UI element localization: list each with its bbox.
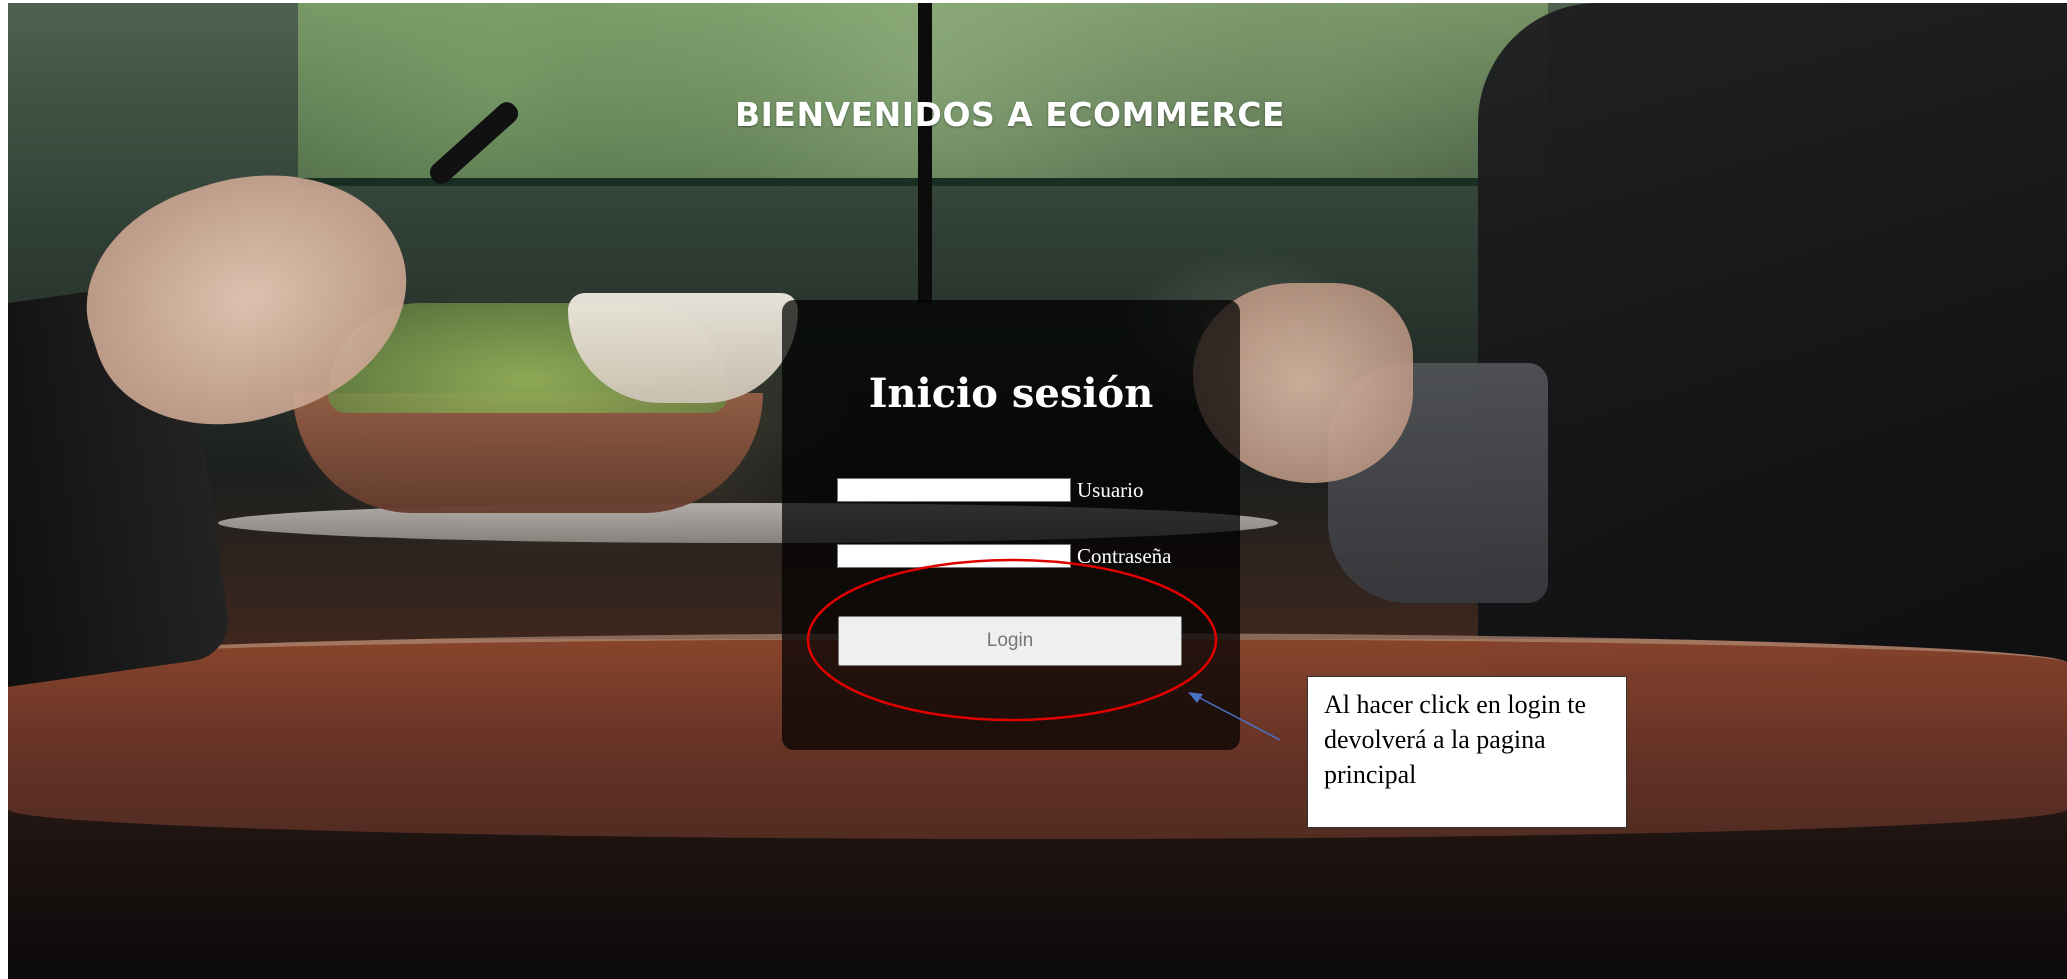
username-row: Usuario xyxy=(837,476,1144,504)
background-pole xyxy=(918,3,932,303)
login-card: Inicio sesión Usuario Contraseña Login xyxy=(782,300,1240,750)
username-label: Usuario xyxy=(1077,477,1144,502)
password-input[interactable] xyxy=(837,544,1071,568)
annotation-callout: Al hacer click en login te devolverá a l… xyxy=(1307,676,1627,828)
welcome-title: BIENVENIDOS A ECOMMERCE xyxy=(734,95,1285,134)
page: BIENVENIDOS A ECOMMERCE Inicio sesión Us… xyxy=(0,0,2067,979)
login-button[interactable]: Login xyxy=(838,616,1182,666)
password-label: Contraseña xyxy=(1077,543,1172,568)
password-row: Contraseña xyxy=(837,542,1171,570)
login-title: Inicio sesión xyxy=(868,370,1154,417)
username-input[interactable] xyxy=(837,478,1071,502)
